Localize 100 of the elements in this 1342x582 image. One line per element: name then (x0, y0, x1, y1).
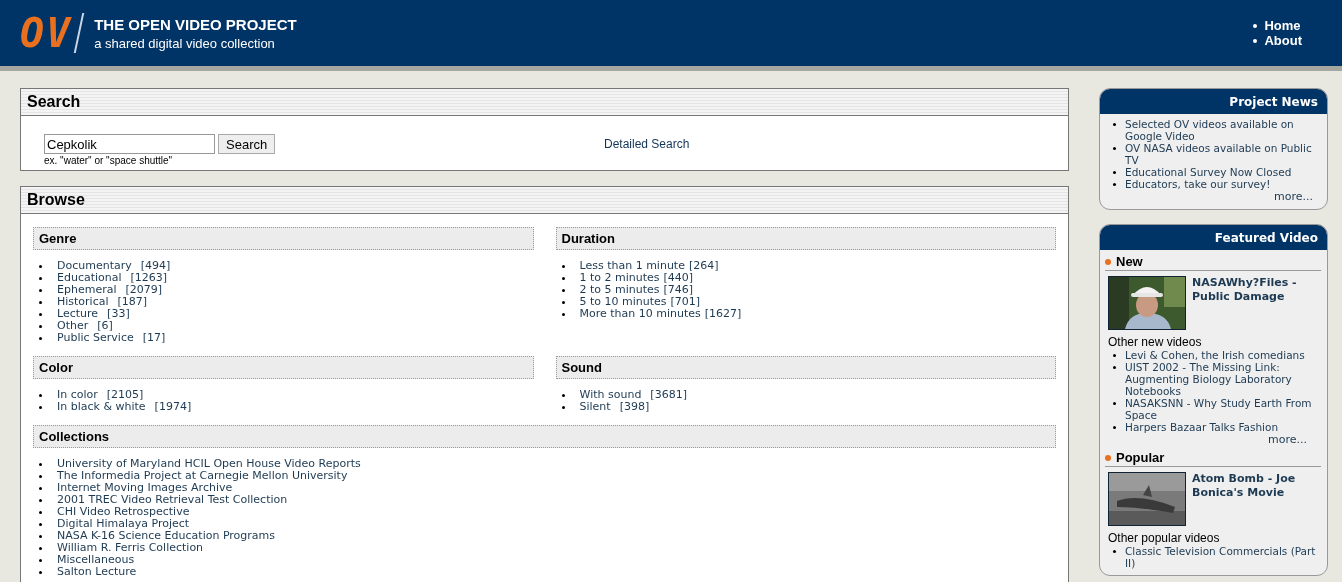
collection-link[interactable]: University of Maryland HCIL Open House Video Reports (57, 458, 361, 470)
category-link[interactable]: More than 10 minutes (579, 308, 701, 320)
category-link[interactable]: Documentary (57, 260, 132, 272)
category-heading: Color (33, 356, 534, 379)
collection-link[interactable]: Miscellaneous (57, 554, 135, 566)
subsection-heading: Other new videos (1107, 335, 1203, 349)
item-count: [1627] (704, 308, 742, 320)
bullet-icon (1113, 183, 1116, 186)
site-logo[interactable]: OV (20, 13, 73, 53)
item-count: [17] (142, 332, 166, 344)
bullet-icon (39, 313, 42, 316)
subsection-heading: Other popular videos (1107, 531, 1221, 545)
category-link[interactable]: Historical (57, 296, 109, 308)
bullet-icon (561, 265, 565, 268)
collection-link[interactable]: Internet Moving Images Archive (57, 482, 233, 494)
category-heading: Sound (555, 356, 1056, 379)
bullet-icon (39, 511, 42, 514)
more-link[interactable]: more... (1105, 433, 1321, 446)
collection-link[interactable]: William R. Ferris Collection (57, 542, 204, 554)
news-link[interactable]: Educational Survey Now Closed (1125, 166, 1292, 178)
site-title: THE OPEN VIDEO PROJECT (94, 15, 297, 33)
category-link[interactable]: In black & white (57, 401, 146, 413)
more-link[interactable]: more... (1100, 190, 1327, 203)
item-count: [1974] (154, 401, 192, 413)
bullet-icon (39, 487, 42, 490)
bullet-icon (561, 406, 565, 409)
bullet-icon (39, 325, 42, 328)
collection-link[interactable]: Salton Lecture (57, 566, 137, 578)
item-count: [701] (670, 296, 701, 308)
collection-link[interactable]: Digital Himalaya Project (57, 518, 190, 530)
item-count: [746] (663, 284, 694, 296)
nav-link[interactable]: About (1264, 33, 1302, 48)
category-link[interactable]: 2 to 5 minutes (579, 284, 660, 296)
video-link[interactable]: Levi & Cohen, the Irish comedians (1125, 349, 1305, 361)
video-link[interactable]: UIST 2002 - The Missing Link: Augmenting Biology Laboratory Notebooks (1125, 361, 1319, 397)
bullet-icon (39, 394, 42, 397)
category-heading: Genre (33, 227, 534, 250)
category-link[interactable]: Silent (579, 401, 611, 413)
item-count: [1263] (130, 272, 168, 284)
category-link[interactable]: Educational (57, 272, 122, 284)
bullet-icon (561, 394, 565, 397)
category-link[interactable]: Lecture (57, 308, 99, 320)
video-link[interactable]: Harpers Bazaar Talks Fashion (1125, 421, 1279, 433)
bullet-icon (39, 301, 42, 304)
section-heading: New (1116, 254, 1143, 269)
panel-heading: Browse (21, 187, 1068, 214)
item-count: [398] (619, 401, 650, 413)
site-tagline: a shared digital video collection (94, 35, 276, 51)
item-count: [264] (688, 260, 719, 272)
category-link[interactable]: 1 to 2 minutes (579, 272, 660, 284)
item-count: [6] (97, 320, 113, 332)
category-link[interactable]: With sound (579, 389, 642, 401)
detailed-search-link[interactable]: Detailed Search (604, 137, 690, 151)
category-link[interactable]: Less than 1 minute (579, 260, 685, 272)
section-heading: Popular (1116, 450, 1165, 465)
video-link[interactable]: Classic Television Commercials (Part II) (1125, 545, 1319, 569)
bullet-icon (561, 313, 565, 316)
bullet-icon (39, 523, 42, 526)
bullet-icon (39, 289, 42, 292)
bullet-icon (39, 499, 42, 502)
bullet-icon (1113, 147, 1116, 150)
collection-link[interactable]: The Informedia Project at Carnegie Mellon University (57, 470, 348, 482)
bullet-icon (1113, 123, 1116, 126)
collection-link[interactable]: 2001 TREC Video Retrieval Test Collection (57, 494, 288, 506)
category-link[interactable]: Ephemeral (57, 284, 117, 296)
bullet-icon (1113, 402, 1116, 405)
bullet-icon (1253, 23, 1258, 28)
item-count: [494] (140, 260, 171, 272)
video-title-link[interactable]: NASAWhy?Files - Public Damage (1192, 276, 1321, 330)
video-link[interactable]: NASAKSNN - Why Study Earth From Space (1125, 397, 1319, 421)
bullet-icon (1113, 354, 1116, 357)
category-heading: Collections (33, 425, 1056, 448)
bullet-icon (39, 265, 42, 268)
item-count: [2105] (106, 389, 144, 401)
category-link[interactable]: In color (57, 389, 98, 401)
category-link[interactable]: 5 to 10 minutes (579, 296, 667, 308)
collection-link[interactable]: NASA K-16 Science Education Programs (57, 530, 276, 542)
bullet-icon (39, 571, 42, 574)
video-title-link[interactable]: Atom Bomb - Joe Bonica's Movie (1192, 472, 1321, 526)
bullet-icon (1113, 550, 1116, 553)
bullet-icon (1113, 366, 1116, 369)
bullet-icon (1113, 171, 1116, 174)
news-link[interactable]: OV NASA videos available on Public TV (1125, 142, 1325, 166)
bullet-icon (561, 277, 565, 280)
card-heading: Featured Video (1100, 225, 1327, 250)
search-button[interactable]: Search (218, 134, 276, 154)
category-link[interactable]: Other (57, 320, 89, 332)
news-link[interactable]: Educators, take our survey! (1125, 178, 1271, 190)
nav-link[interactable]: Home (1264, 18, 1301, 33)
panel-heading: Search (21, 89, 1068, 116)
collection-link[interactable]: CHI Video Retrospective (57, 506, 190, 518)
category-link[interactable]: Public Service (57, 332, 134, 344)
bullet-icon (39, 475, 42, 478)
card-heading: Project News (1100, 89, 1327, 114)
news-link[interactable]: Selected OV videos available on Google Video (1125, 118, 1325, 142)
item-count: [187] (117, 296, 148, 308)
search-hint: ex. "water" or "space shuttle" (44, 155, 174, 166)
search-field[interactable]: Cepkolik (44, 134, 215, 154)
bullet-icon (39, 547, 42, 550)
bullet-icon (39, 559, 42, 562)
